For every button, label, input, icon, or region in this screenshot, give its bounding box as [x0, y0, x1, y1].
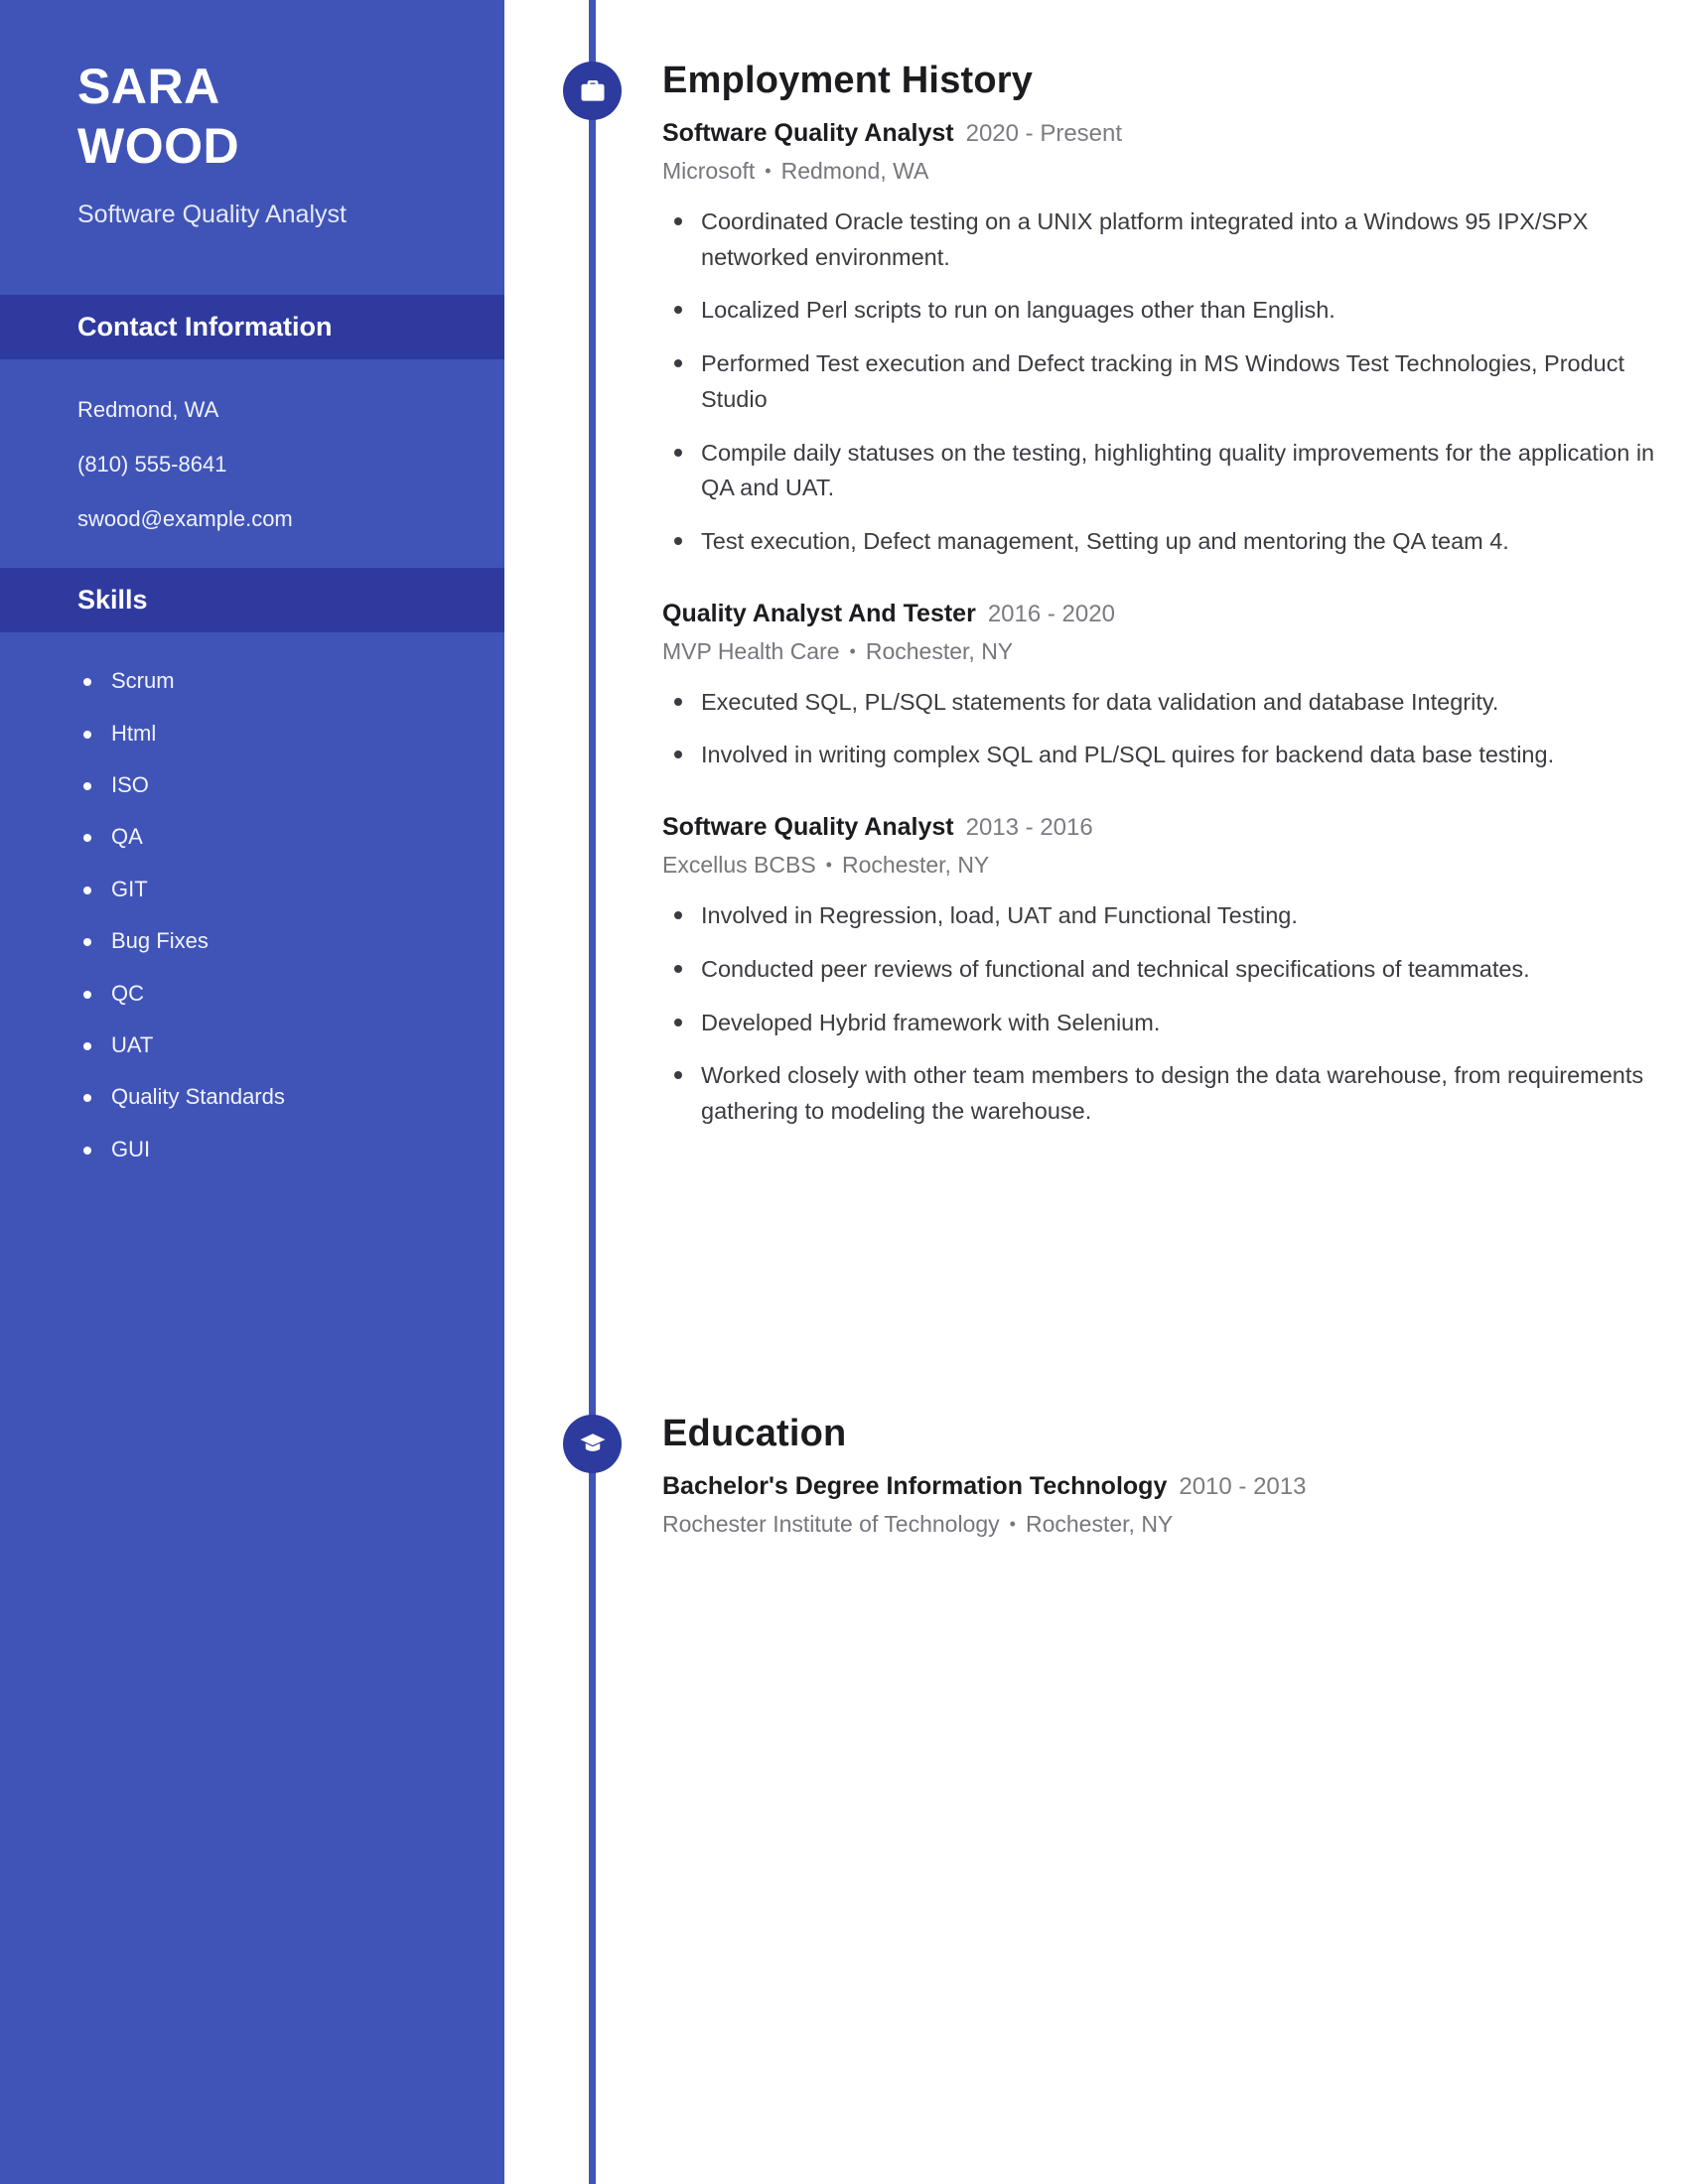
skill-item: Quality Standards [0, 1084, 504, 1110]
education-school: Rochester Institute of Technology [662, 1511, 1000, 1537]
separator-dot: • [1009, 1514, 1016, 1534]
skills-heading: Skills [0, 568, 504, 633]
job-location: Redmond, WA [780, 158, 929, 184]
job-bullets: Executed SQL, PL/SQL statements for data… [662, 685, 1688, 773]
resume-page: SARA WOOD Software Quality Analyst Conta… [0, 0, 1688, 2184]
job-company-location: MVP Health Care • Rochester, NY [662, 637, 1688, 664]
job-bullet: Worked closely with other team members t… [662, 1058, 1668, 1129]
job-bullet: Executed SQL, PL/SQL statements for data… [662, 685, 1668, 721]
education-degree: Bachelor's Degree Information Technology [662, 1472, 1168, 1500]
job-company: Excellus BCBS [662, 852, 816, 879]
skill-item: UAT [0, 1032, 504, 1058]
professional-headline: Software Quality Analyst [77, 201, 347, 228]
job-entry: Quality Analyst And Tester 2016 - 2020 MV… [662, 599, 1688, 773]
job-company: MVP Health Care [662, 637, 840, 664]
job-bullets: Involved in Regression, load, UAT and Fu… [662, 898, 1688, 1130]
job-company: Microsoft [662, 158, 756, 184]
skill-item: GUI [0, 1137, 504, 1162]
education-title: Education [662, 1413, 847, 1454]
employment-history-title: Employment History [662, 60, 1034, 101]
skill-item: GIT [0, 877, 504, 902]
education-location: Rochester, NY [1025, 1511, 1174, 1537]
skill-item: ISO [0, 772, 504, 798]
last-name: WOOD [77, 118, 240, 174]
job-bullet: Compile daily statuses on the testing, h… [662, 436, 1668, 506]
contact-information-body: Redmond, WA (810) 555-8641 swood@example… [0, 359, 504, 568]
job-bullet: Test execution, Defect management, Setti… [662, 524, 1668, 560]
skill-item: Html [0, 721, 504, 747]
job-company-location: Excellus BCBS • Rochester, NY [662, 854, 1688, 877]
job-heading: Quality Analyst And Tester 2016 - 2020 [662, 599, 1688, 627]
job-role: Software Quality Analyst [662, 119, 954, 147]
education-school-location: Rochester Institute of Technology • Roches… [662, 1513, 1688, 1536]
separator-dot: • [849, 640, 856, 661]
skill-item: QC [0, 981, 504, 1007]
job-role: Quality Analyst And Tester [662, 599, 976, 627]
contact-phone[interactable]: (810) 555-8641 [77, 454, 504, 476]
job-dates: 2013 - 2016 [965, 814, 1093, 842]
sidebar: SARA WOOD Software Quality Analyst Conta… [0, 0, 504, 2184]
main-content: Employment History Software Quality Anal… [504, 0, 1688, 2184]
job-entry: Software Quality Analyst 2020 - Present M… [662, 121, 1688, 560]
contact-information-heading: Contact Information [0, 295, 504, 360]
first-name: SARA [77, 59, 220, 114]
graduation-cap-icon [563, 1415, 622, 1473]
job-bullet: Conducted peer reviews of functional and… [662, 952, 1668, 988]
skill-item: QA [0, 824, 504, 850]
job-entry: Software Quality Analyst 2013 - 2016 Exce… [662, 815, 1688, 1130]
separator-dot: • [765, 161, 772, 181]
job-bullet: Involved in writing complex SQL and PL/S… [662, 738, 1668, 773]
education-entry: Bachelor's Degree Information Technology… [662, 1474, 1688, 1536]
job-company-location: Microsoft • Redmond, WA [662, 160, 1688, 183]
skills-list: Scrum Html ISO QA GIT Bug Fixes QC UAT Q… [0, 668, 504, 1162]
education-heading: Bachelor's Degree Information Technology… [662, 1474, 1688, 1499]
job-bullet: Involved in Regression, load, UAT and Fu… [662, 898, 1668, 934]
job-heading: Software Quality Analyst 2020 - Present [662, 121, 1688, 146]
job-bullet: Localized Perl scripts to run on languag… [662, 293, 1668, 329]
contact-location: Redmond, WA [77, 397, 219, 423]
contact-email[interactable]: swood@example.com [77, 508, 504, 530]
briefcase-icon [563, 62, 622, 120]
separator-dot: • [825, 855, 832, 876]
skill-item: Scrum [0, 668, 504, 694]
job-dates: 2016 - 2020 [987, 600, 1115, 627]
job-bullet: Developed Hybrid framework with Selenium… [662, 1006, 1668, 1041]
job-location: Rochester, NY [841, 852, 990, 879]
job-dates: 2020 - Present [965, 120, 1123, 147]
skill-item: Bug Fixes [0, 928, 504, 954]
skills-body: Scrum Html ISO QA GIT Bug Fixes QC UAT Q… [0, 632, 504, 1162]
job-role: Software Quality Analyst [662, 813, 954, 842]
job-bullet: Coordinated Oracle testing on a UNIX pla… [662, 205, 1668, 275]
employment-history-section: Employment History Software Quality Anal… [504, 62, 1688, 1130]
job-location: Rochester, NY [865, 637, 1014, 664]
education-dates: 2010 - 2013 [1179, 1473, 1307, 1500]
job-bullets: Coordinated Oracle testing on a UNIX pla… [662, 205, 1688, 560]
education-section: Education Bachelor's Degree Information … [504, 1415, 1688, 1536]
job-bullet: Performed Test execution and Defect trac… [662, 346, 1668, 417]
name-block: SARA WOOD Software Quality Analyst [0, 0, 504, 232]
job-heading: Software Quality Analyst 2013 - 2016 [662, 815, 1688, 840]
